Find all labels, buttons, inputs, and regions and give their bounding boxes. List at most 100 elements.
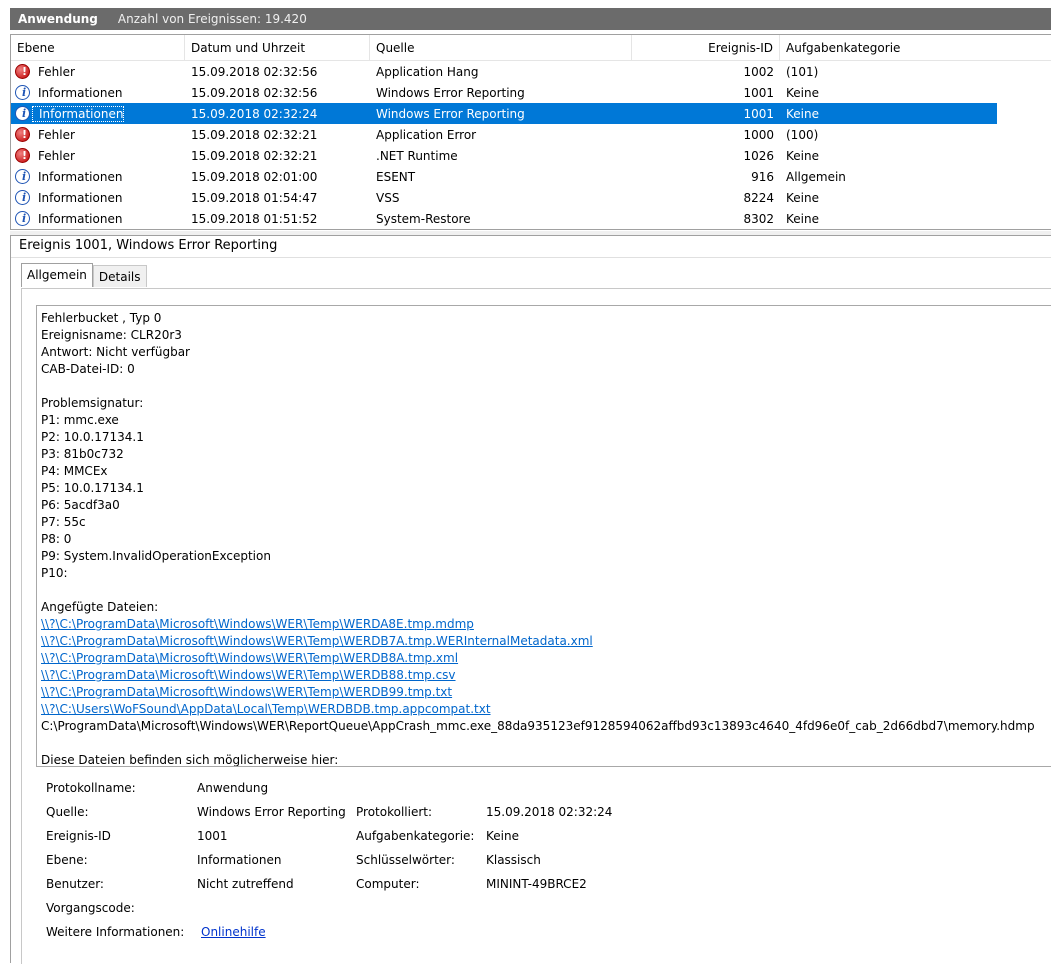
- event-category: (101): [786, 64, 819, 79]
- event-category: Allgemein: [786, 169, 846, 184]
- event-description[interactable]: Fehlerbucket , Typ 0 Ereignisname: CLR20r…: [36, 305, 1051, 767]
- label-protokollname: Protokollname:: [46, 781, 136, 795]
- description-line: P4: MMCEx: [41, 464, 108, 478]
- event-id: 916: [751, 169, 774, 184]
- label-computer: Computer:: [356, 877, 420, 891]
- label-schluesselwoerter: Schlüsselwörter:: [356, 853, 455, 867]
- event-category: Keine: [786, 106, 819, 121]
- onlinehilfe-link[interactable]: Onlinehilfe: [201, 925, 266, 939]
- value-ereignis-id: 1001: [197, 829, 228, 843]
- attached-file-link[interactable]: \\?\C:\Users\WoFSound\AppData\Local\Temp…: [41, 701, 1051, 718]
- attached-file-link[interactable]: \\?\C:\ProgramData\Microsoft\Windows\WER…: [41, 667, 1051, 684]
- info-icon: i: [15, 211, 30, 226]
- description-line: Fehlerbucket , Typ 0: [41, 311, 162, 325]
- description-line: P7: 55c: [41, 515, 86, 529]
- value-computer: MININT-49BRCE2: [486, 877, 587, 891]
- event-source: ESENT: [376, 169, 416, 184]
- tab-details[interactable]: Details: [92, 265, 147, 287]
- error-icon: !: [15, 127, 30, 142]
- description-line: P3: 81b0c732: [41, 447, 124, 461]
- label-protokolliert: Protokolliert:: [356, 805, 433, 819]
- log-header: Anwendung Anzahl von Ereignissen: 19.420: [10, 8, 1051, 30]
- description-line: Ereignisname: CLR20r3: [41, 328, 182, 342]
- event-row[interactable]: i Informationen 15.09.2018 02:01:00 ESENT 91…: [11, 166, 997, 187]
- column-header-aufgabenkategorie[interactable]: Aufgabenkategorie: [780, 35, 997, 60]
- value-quelle: Windows Error Reporting: [197, 805, 346, 819]
- event-category: Keine: [786, 148, 819, 163]
- column-header-row: Ebene Datum und Uhrzeit Quelle Ereignis-…: [11, 35, 1051, 61]
- info-icon: i: [15, 169, 30, 184]
- event-row[interactable]: i Informationen 15.09.2018 02:32:56 Windows…: [11, 82, 997, 103]
- event-source: Application Hang: [376, 64, 479, 79]
- event-id: 1001: [743, 85, 774, 100]
- event-row[interactable]: ! Fehler 15.09.2018 02:32:56 Application Ha…: [11, 61, 997, 82]
- event-count: Anzahl von Ereignissen: 19.420: [117, 12, 307, 26]
- info-icon: i: [15, 85, 30, 100]
- description-line: P2: 10.0.17134.1: [41, 430, 144, 444]
- error-icon: !: [15, 148, 30, 163]
- event-id: 1002: [743, 64, 774, 79]
- event-id: 1000: [743, 127, 774, 142]
- event-source: Windows Error Reporting: [376, 85, 525, 100]
- event-datetime: 15.09.2018 02:32:21: [191, 127, 318, 142]
- event-level: i Informationen: [11, 169, 185, 184]
- description-line: CAB-Datei-ID: 0: [41, 362, 135, 376]
- event-id: 1001: [743, 106, 774, 121]
- description-line: P5: 10.0.17134.1: [41, 481, 144, 495]
- tab-allgemein[interactable]: Allgemein: [21, 263, 93, 287]
- column-header-datum[interactable]: Datum und Uhrzeit: [185, 35, 370, 60]
- column-header-ereignis-id[interactable]: Ereignis-ID: [632, 35, 780, 60]
- event-source: Windows Error Reporting: [376, 106, 525, 121]
- attached-file-link[interactable]: \\?\C:\ProgramData\Microsoft\Windows\WER…: [41, 633, 1051, 650]
- column-header-quelle[interactable]: Quelle: [370, 35, 632, 60]
- value-benutzer: Nicht zutreffend: [197, 877, 294, 891]
- event-detail-pane: Ereignis 1001, Windows Error Reporting A…: [10, 235, 1051, 964]
- detail-tabs: Allgemein Details: [21, 263, 147, 287]
- attached-file-link[interactable]: \\?\C:\ProgramData\Microsoft\Windows\WER…: [41, 616, 1051, 633]
- description-line: P8: 0: [41, 532, 72, 546]
- event-row[interactable]: i Informationen 15.09.2018 02:32:24 Windows…: [11, 103, 997, 124]
- description-line: [41, 735, 1051, 752]
- value-protokolliert: 15.09.2018 02:32:24: [486, 805, 613, 819]
- attached-file-link[interactable]: \\?\C:\ProgramData\Microsoft\Windows\WER…: [41, 650, 1051, 667]
- column-header-ebene[interactable]: Ebene: [11, 35, 185, 60]
- event-datetime: 15.09.2018 02:32:24: [191, 106, 318, 121]
- value-aufgabenkategorie: Keine: [486, 829, 519, 843]
- label-ebene: Ebene:: [46, 853, 88, 867]
- event-source: System-Restore: [376, 211, 471, 226]
- event-category: Keine: [786, 211, 819, 226]
- events-list[interactable]: Ebene Datum und Uhrzeit Quelle Ereignis-…: [10, 34, 1051, 230]
- description-line: P6: 5acdf3a0: [41, 498, 120, 512]
- detail-title: Ereignis 1001, Windows Error Reporting: [11, 236, 1051, 258]
- event-level: ! Fehler: [11, 148, 185, 163]
- event-datetime: 15.09.2018 02:01:00: [191, 169, 318, 184]
- event-level: ! Fehler: [11, 127, 185, 142]
- tab-general-body: Fehlerbucket , Typ 0 Ereignisname: CLR20r…: [21, 288, 1051, 964]
- event-source: .NET Runtime: [376, 148, 458, 163]
- description-line: C:\ProgramData\Microsoft\Windows\WER\Rep…: [41, 719, 1035, 733]
- event-level: i Informationen: [11, 190, 185, 205]
- description-line: P10:: [41, 566, 68, 580]
- event-row[interactable]: ! Fehler 15.09.2018 02:32:21 .NET Runtime 10…: [11, 145, 997, 166]
- event-datetime: 15.09.2018 01:51:52: [191, 211, 318, 226]
- event-level: ! Fehler: [11, 64, 185, 79]
- event-row[interactable]: ! Fehler 15.09.2018 02:32:21 Application Er…: [11, 124, 997, 145]
- attached-file-link[interactable]: \\?\C:\ProgramData\Microsoft\Windows\WER…: [41, 684, 1051, 701]
- event-category: Keine: [786, 85, 819, 100]
- description-line: Problemsignatur:: [41, 396, 144, 410]
- event-datetime: 15.09.2018 02:32:56: [191, 85, 318, 100]
- description-line: P1: mmc.exe: [41, 413, 119, 427]
- event-id: 1026: [743, 148, 774, 163]
- event-row[interactable]: i Informationen 15.09.2018 01:51:52 System-…: [11, 208, 997, 229]
- event-id: 8302: [743, 211, 774, 226]
- event-category: (100): [786, 127, 819, 142]
- event-datetime: 15.09.2018 02:32:21: [191, 148, 318, 163]
- error-icon: !: [15, 64, 30, 79]
- description-line: Angefügte Dateien:: [41, 600, 159, 614]
- label-quelle: Quelle:: [46, 805, 89, 819]
- info-icon: i: [15, 106, 30, 121]
- event-level: i Informationen: [11, 85, 185, 100]
- description-line: [41, 378, 1051, 395]
- event-rows: ! Fehler 15.09.2018 02:32:56 Application Ha…: [11, 61, 1051, 229]
- event-row[interactable]: i Informationen 15.09.2018 01:54:47 VSS 8224…: [11, 187, 997, 208]
